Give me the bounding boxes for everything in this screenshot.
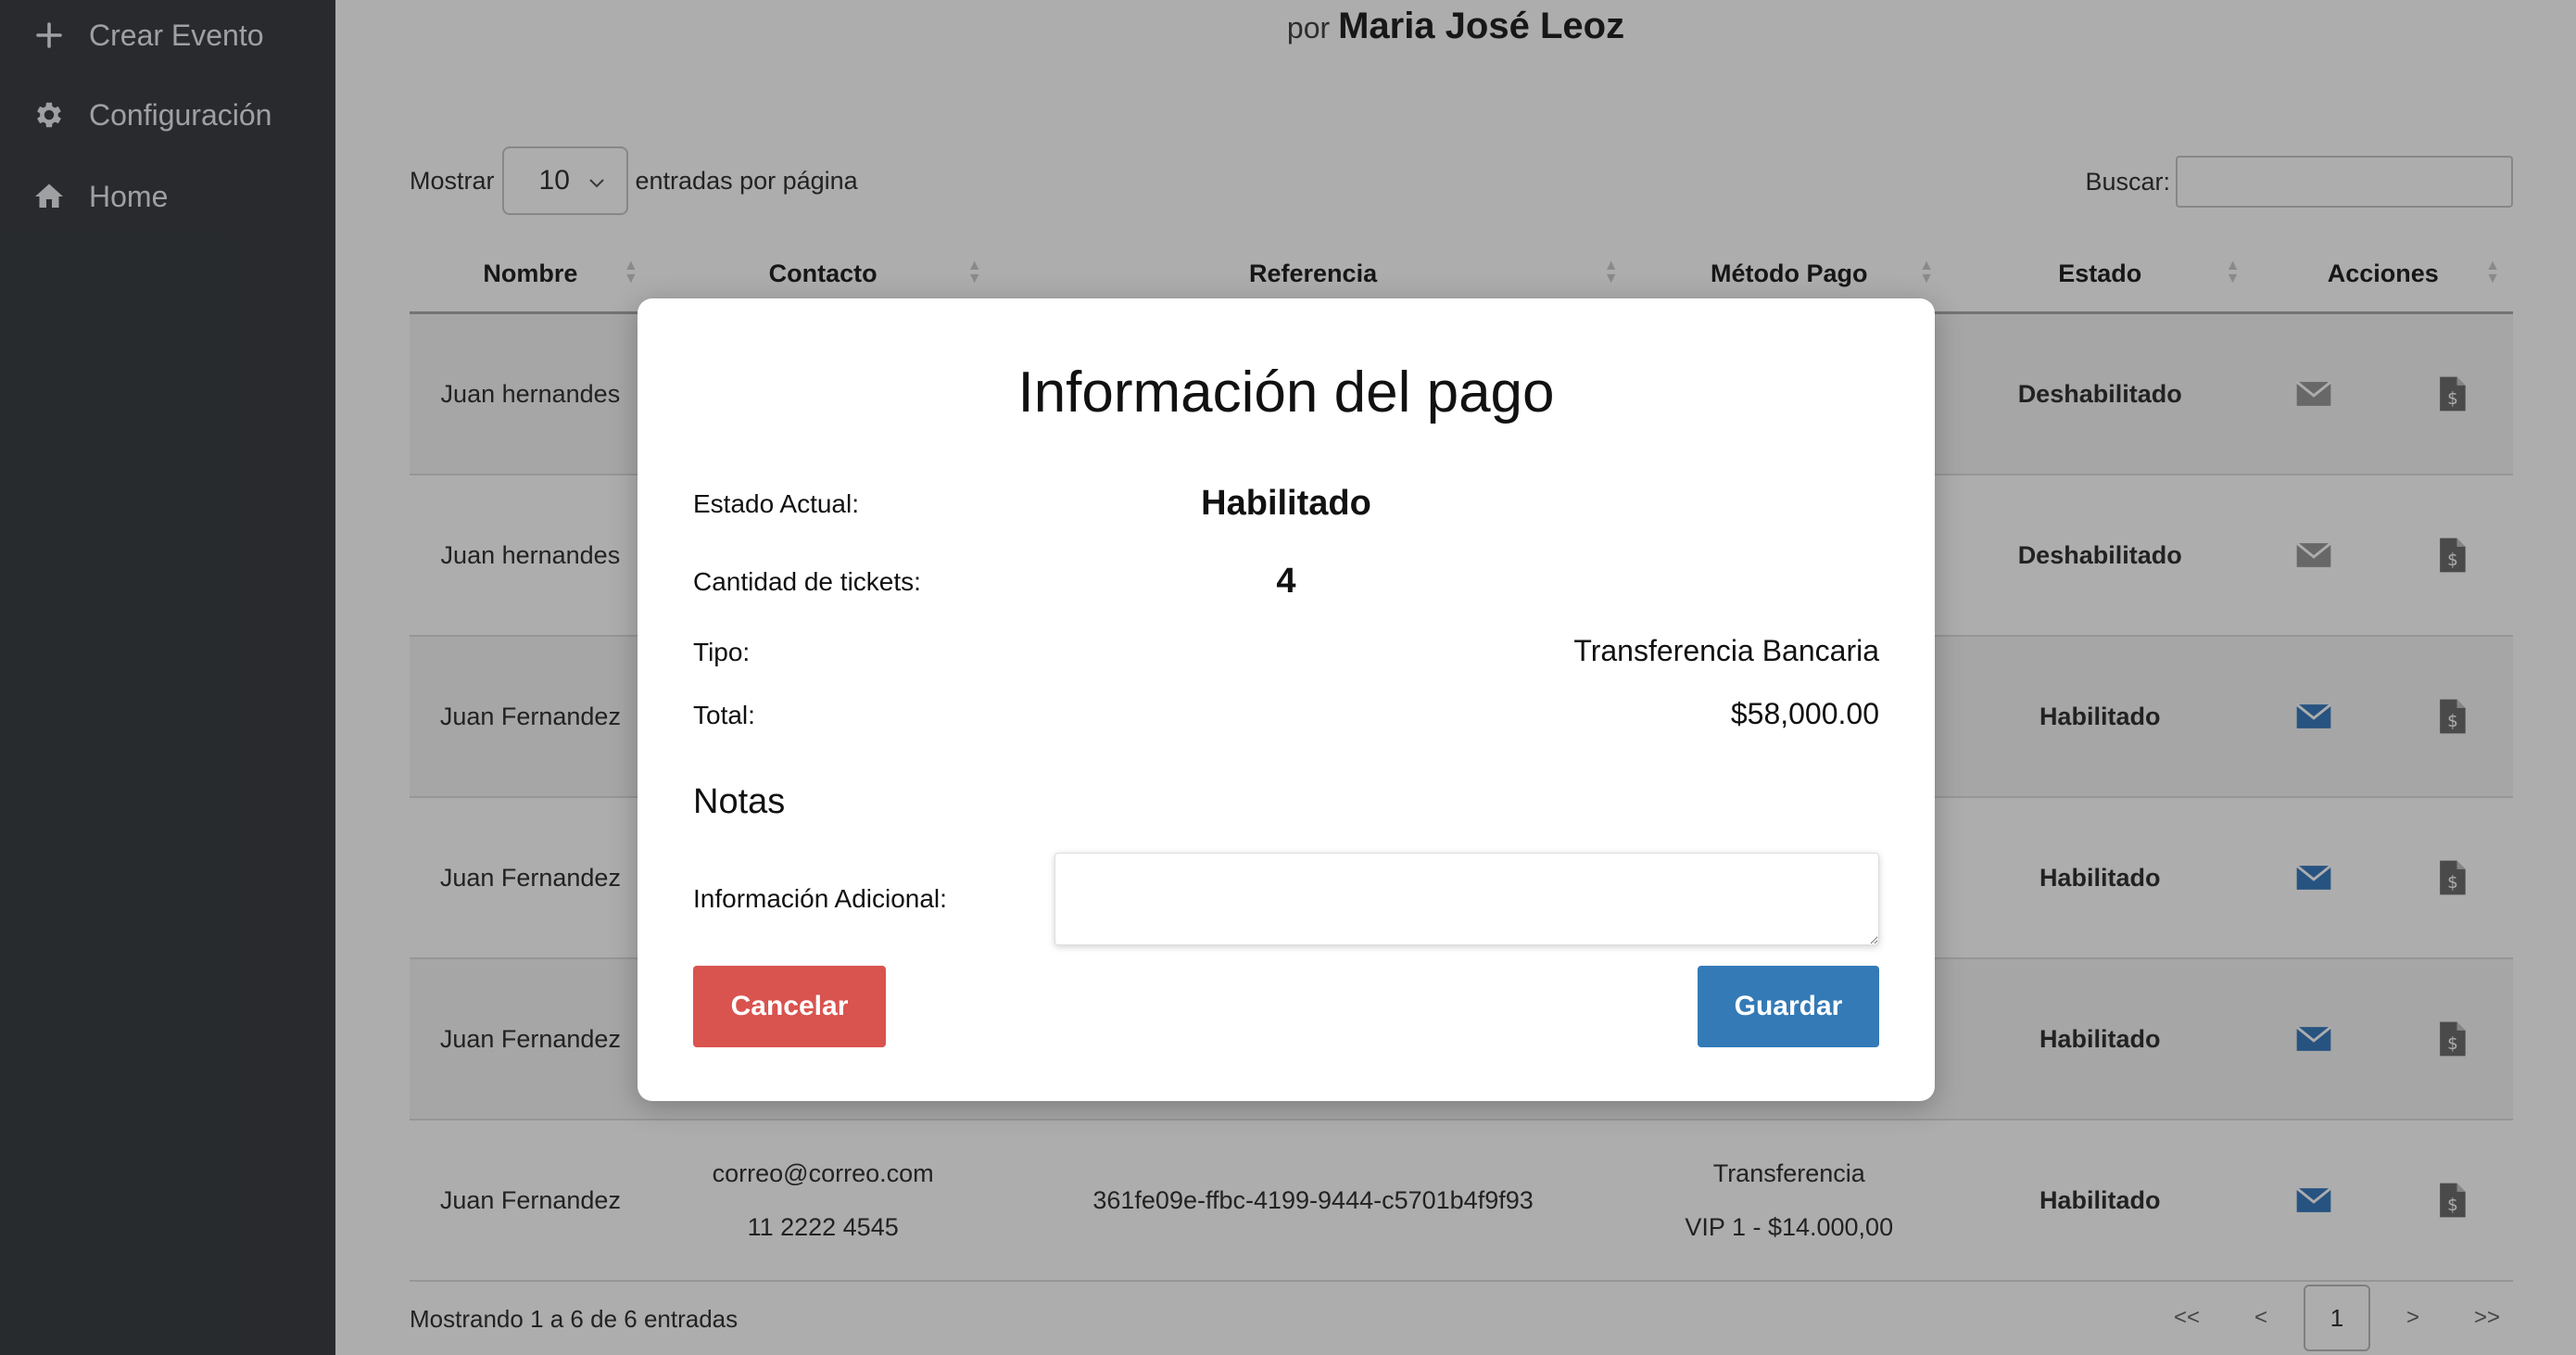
tipo-label: Tipo: (693, 638, 751, 666)
modal-title: Información del pago (1017, 361, 1555, 424)
payment-info-modal: Información del pago Estado Actual: Habi… (638, 298, 1935, 1101)
total-label: Total: (693, 701, 755, 729)
save-button[interactable]: Guardar (1698, 966, 1879, 1047)
estado-value: Habilitado (1201, 484, 1371, 523)
tipo-value: Transferencia Bancaria (1573, 634, 1879, 667)
notes-textarea[interactable] (1054, 853, 1879, 945)
notes-label: Información Adicional: (693, 884, 947, 913)
notes-title: Notas (693, 782, 786, 821)
cancel-button[interactable]: Cancelar (693, 966, 886, 1047)
total-value: $58,000.00 (1730, 697, 1879, 730)
tickets-value: 4 (1276, 562, 1296, 601)
